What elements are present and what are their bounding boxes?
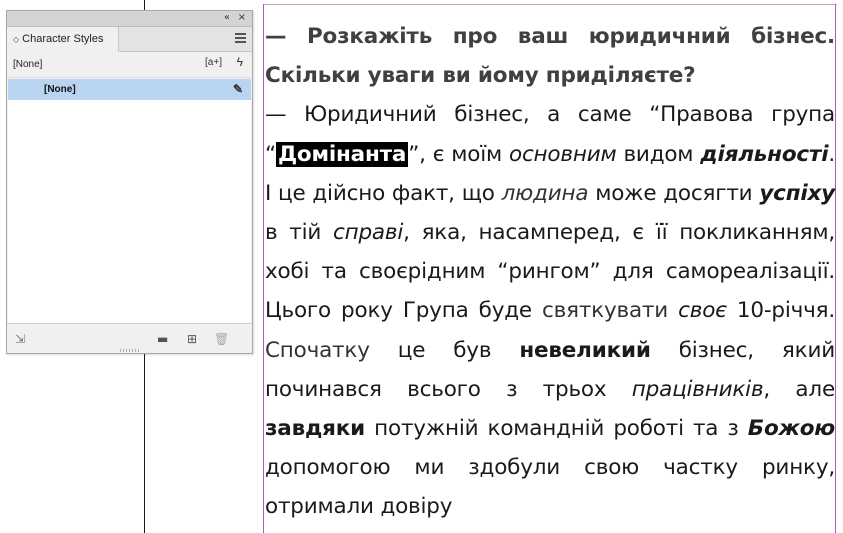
delete-style-trash-icon[interactable]: 🗑: [214, 332, 229, 346]
panel-tab-row: ◇ Character Styles: [7, 27, 252, 52]
quick-apply-icon[interactable]: ϟ: [237, 55, 243, 69]
current-style-bar: [None] [a+] ϟ: [7, 52, 252, 78]
character-styles-panel: « × ◇ Character Styles [None] [a+] ϟ [Non…: [6, 10, 253, 354]
bold-text-nevelykyi: невеликий: [519, 337, 651, 363]
collapse-panel-icon[interactable]: «: [224, 12, 230, 23]
answer-text-3: видом: [616, 141, 701, 167]
no-edit-pen-icon: ✎: [232, 82, 243, 96]
italic-text-pratsivnykiv: працівників: [631, 376, 764, 402]
load-styles-icon[interactable]: ⇲: [15, 332, 25, 346]
panel-footer: ⇲ ▬ ⊞ 🗑: [7, 323, 252, 353]
new-style-group-folder-icon[interactable]: ▬: [157, 332, 168, 346]
light-text-svyatkuvaty: святкувати: [542, 298, 669, 324]
italic-text-spravi: справі: [332, 220, 404, 246]
bold-italic-text-bozhoyu: Божою: [747, 416, 835, 442]
answer-text-14: допомогою ми здобули свою частку ринку, …: [265, 455, 835, 520]
text-story[interactable]: — Розкажіть про ваш юридичний бізнес. Ск…: [265, 17, 835, 527]
tab-expand-icon: ◇: [13, 35, 20, 44]
close-panel-icon[interactable]: ×: [238, 12, 246, 23]
current-style-name: [None]: [13, 59, 43, 70]
panel-menu-icon[interactable]: [235, 33, 246, 43]
bold-italic-text-diyalnosti: діяльності: [700, 141, 829, 167]
selected-text-dominanta[interactable]: Домінанта: [275, 141, 409, 167]
style-row-label: [None]: [44, 84, 76, 95]
create-new-style-icon[interactable]: ⊞: [187, 332, 197, 346]
answer-text-5: може досягти: [588, 180, 760, 206]
light-text-spochatku: Спочатку: [265, 337, 370, 363]
bold-text-zavdyaky: завдяки: [265, 416, 366, 442]
tab-character-styles[interactable]: ◇ Character Styles: [7, 27, 119, 52]
answer-text-10: це був: [369, 337, 520, 363]
answer-text-12: , але: [763, 376, 835, 402]
panel-resize-grip[interactable]: [120, 349, 140, 352]
answer-text-6: в тій: [265, 220, 333, 246]
create-style-from-selection-icon[interactable]: [a+]: [205, 57, 222, 68]
answer-text-13: потужній командній роботі та з: [365, 416, 748, 442]
panel-title-bar[interactable]: « ×: [7, 11, 252, 27]
answer-text-2: ”, є моїм: [408, 141, 509, 167]
italic-text-svoye: своє: [678, 298, 727, 324]
answer-text-9: 10-річчя.: [726, 298, 835, 324]
style-list: [None] ✎: [8, 79, 251, 323]
tab-label: Character Styles: [22, 33, 104, 45]
italic-text-osnovnym: основним: [508, 141, 617, 167]
question-text: — Розкажіть про ваш юридичний бізнес. Ск…: [265, 24, 835, 89]
style-row-none[interactable]: [None] ✎: [8, 79, 251, 100]
bold-italic-text-uspikhu: успіху: [759, 180, 835, 206]
answer-text-8: [668, 298, 678, 323]
light-italic-text-lyudyna: людина: [501, 180, 589, 206]
